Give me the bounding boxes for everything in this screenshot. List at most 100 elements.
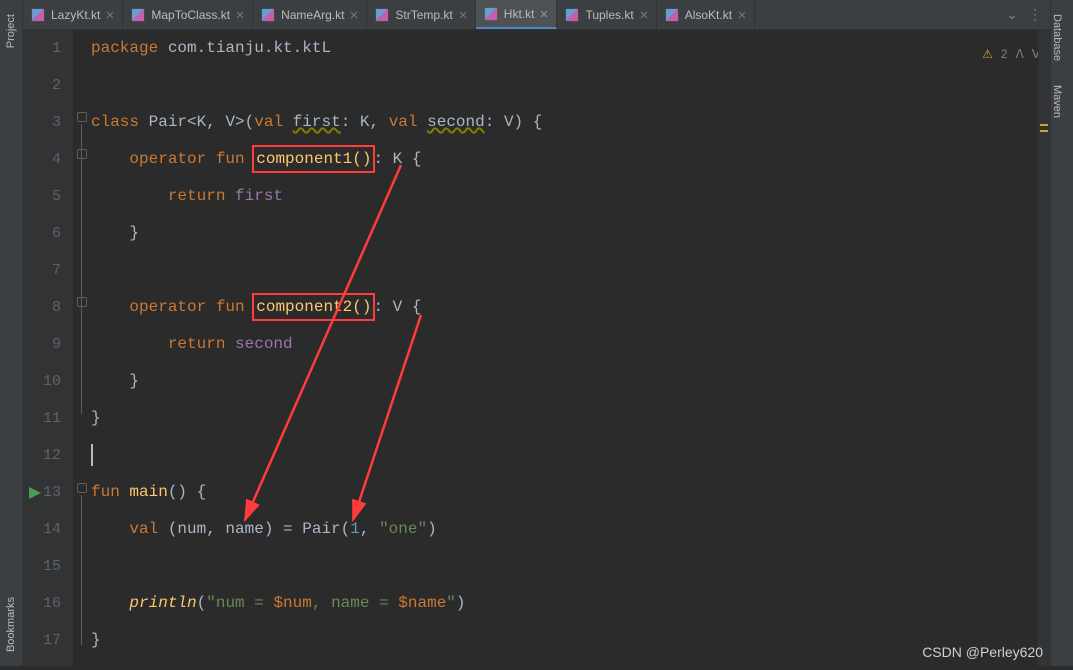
fold-toggle-icon[interactable]	[77, 483, 87, 493]
code-token: : K {	[373, 150, 421, 168]
code-token: second	[427, 113, 485, 131]
kotlin-file-icon	[131, 8, 145, 22]
code-token: <K, V>(	[187, 113, 254, 131]
code-token: operator fun	[129, 298, 244, 316]
kotlin-file-icon	[31, 8, 45, 22]
code-token: first	[225, 187, 283, 205]
kotlin-file-icon	[484, 7, 498, 21]
code-area[interactable]: ⚠ 2 ᐱ ᐯ package com.tianju.kt.ktL class …	[91, 30, 1050, 666]
code-token: val	[254, 113, 283, 131]
code-token: : K,	[341, 113, 389, 131]
line-number: 14	[23, 511, 61, 548]
rail-database[interactable]: Database	[1051, 8, 1063, 67]
tab-lazykt[interactable]: LazyKt.kt	[23, 0, 123, 29]
code-token: (	[197, 594, 207, 612]
code-token: () {	[168, 483, 206, 501]
watermark-text: CSDN @Perley620	[922, 644, 1043, 660]
editor-tabs: LazyKt.kt MapToClass.kt NameArg.kt StrTe…	[23, 0, 1050, 30]
code-token: )	[456, 594, 466, 612]
highlight-component2: component2()	[252, 293, 375, 321]
code-token: "num =	[206, 594, 273, 612]
highlight-component1: component1()	[252, 145, 375, 173]
fold-toggle-icon[interactable]	[77, 297, 87, 307]
nav-up-icon[interactable]: ᐱ	[1016, 36, 1024, 73]
line-number: 13	[23, 474, 61, 511]
line-number: 10	[23, 363, 61, 400]
run-gutter-icon[interactable]	[29, 487, 41, 499]
code-token: 1	[350, 520, 360, 538]
code-token: val	[389, 113, 418, 131]
code-token: return	[168, 335, 226, 353]
line-number: 7	[23, 252, 61, 289]
close-icon[interactable]	[236, 11, 244, 19]
code-token: (num, name) = Pair(	[158, 520, 350, 538]
fold-toggle-icon[interactable]	[77, 149, 87, 159]
code-token: main	[120, 483, 168, 501]
tabs-more-icon[interactable]: ⋮	[1028, 6, 1042, 23]
line-gutter: 1 2 3 4 5 6 7 8 9 10 11 12 13 14 15 16 1…	[23, 30, 73, 666]
line-number: 6	[23, 215, 61, 252]
warning-marker[interactable]	[1040, 130, 1048, 132]
code-token: class	[91, 113, 139, 131]
tabs-dropdown-icon[interactable]: ⌄	[1006, 6, 1018, 23]
tab-tuples[interactable]: Tuples.kt	[557, 0, 656, 29]
line-number: 15	[23, 548, 61, 585]
close-icon[interactable]	[738, 11, 746, 19]
error-stripe[interactable]	[1038, 30, 1050, 666]
tab-namearg[interactable]: NameArg.kt	[253, 0, 367, 29]
code-token: "one"	[379, 520, 427, 538]
line-number: 16	[23, 585, 61, 622]
line-number: 17	[23, 622, 61, 659]
text-caret	[91, 444, 93, 466]
close-icon[interactable]	[640, 11, 648, 19]
rail-project[interactable]: Project	[0, 8, 22, 54]
kotlin-file-icon	[375, 8, 389, 22]
code-token: package	[91, 39, 158, 57]
tab-hkt[interactable]: Hkt.kt	[476, 0, 558, 29]
fold-column	[73, 30, 91, 666]
code-token: Pair	[139, 113, 187, 131]
rail-maven[interactable]: Maven	[1051, 79, 1063, 124]
kotlin-file-icon	[261, 8, 275, 22]
line-number: 8	[23, 289, 61, 326]
code-token: println	[129, 594, 196, 612]
code-token: return	[168, 187, 226, 205]
warning-marker[interactable]	[1040, 124, 1048, 126]
code-token: com.tianju.kt.ktL	[158, 39, 331, 57]
code-token: first	[293, 113, 341, 131]
close-icon[interactable]	[350, 11, 358, 19]
line-number: 11	[23, 400, 61, 437]
code-token: }	[129, 224, 139, 242]
code-token: : V) {	[485, 113, 543, 131]
kotlin-file-icon	[665, 8, 679, 22]
close-icon[interactable]	[459, 11, 467, 19]
fold-toggle-icon[interactable]	[77, 112, 87, 122]
warning-icon[interactable]: ⚠	[982, 36, 993, 73]
left-tool-rail: Project Bookmarks	[0, 0, 23, 666]
right-tool-rail: Database Maven	[1050, 0, 1073, 666]
line-number: 2	[23, 67, 61, 104]
code-token: operator fun	[129, 150, 244, 168]
kotlin-file-icon	[565, 8, 579, 22]
editor-status: ⚠ 2 ᐱ ᐯ	[982, 36, 1040, 73]
code-token: val	[129, 520, 158, 538]
code-editor[interactable]: 1 2 3 4 5 6 7 8 9 10 11 12 13 14 15 16 1…	[23, 30, 1050, 666]
line-number: 4	[23, 141, 61, 178]
close-icon[interactable]	[540, 10, 548, 18]
code-token: : V {	[373, 298, 421, 316]
tab-maptoclass[interactable]: MapToClass.kt	[123, 0, 253, 29]
tab-alsokt[interactable]: AlsoKt.kt	[657, 0, 755, 29]
rail-bookmarks[interactable]: Bookmarks	[0, 591, 22, 658]
fold-guide	[81, 124, 82, 414]
code-token: fun	[91, 483, 120, 501]
warning-count: 2	[1001, 36, 1008, 73]
code-token: ,	[360, 520, 379, 538]
tab-strtemp[interactable]: StrTemp.kt	[367, 0, 475, 29]
line-number: 12	[23, 437, 61, 474]
line-number: 5	[23, 178, 61, 215]
close-icon[interactable]	[106, 11, 114, 19]
code-token: , name =	[312, 594, 398, 612]
code-token: }	[129, 372, 139, 390]
line-number: 3	[23, 104, 61, 141]
code-token: "	[446, 594, 456, 612]
